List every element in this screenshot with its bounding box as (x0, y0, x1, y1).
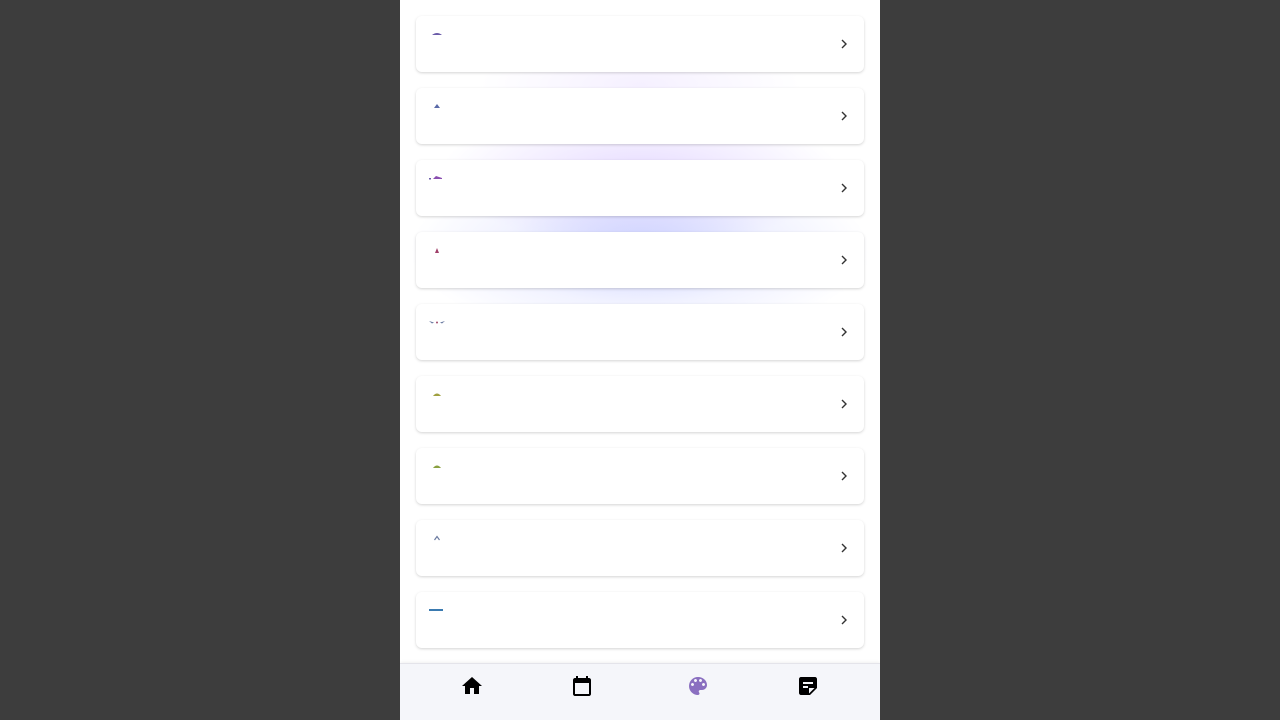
dome-icon (433, 465, 441, 468)
dome-icon (433, 393, 441, 396)
chevron-right-icon (841, 183, 847, 193)
list-item[interactable] (416, 16, 864, 72)
bar-icon (429, 609, 443, 611)
list-item[interactable] (416, 232, 864, 288)
chevron-right-icon (841, 39, 847, 49)
note-icon (799, 677, 817, 695)
chevron-right-icon (841, 399, 847, 409)
nav-palette[interactable] (685, 673, 711, 699)
item-list (416, 16, 864, 664)
caret-icon (434, 535, 440, 541)
umbrella-icon (432, 33, 442, 35)
home-icon (462, 677, 482, 694)
chevron-right-icon (841, 471, 847, 481)
calendar-icon (573, 676, 591, 696)
list-item[interactable] (416, 376, 864, 432)
bottom-navigation (400, 663, 880, 720)
flag-icon (429, 176, 442, 180)
palette-icon (689, 677, 707, 695)
nav-calendar[interactable] (569, 673, 595, 699)
list-item[interactable] (416, 304, 864, 360)
chevron-right-icon (841, 255, 847, 265)
chevron-right-icon (841, 327, 847, 337)
app-screen (400, 0, 880, 720)
triangle-icon (435, 248, 439, 253)
chevron-right-icon (841, 543, 847, 553)
nav-home[interactable] (459, 673, 485, 699)
list-item[interactable] (416, 592, 864, 648)
triangle-icon (434, 104, 440, 108)
list-item[interactable] (416, 88, 864, 144)
nav-notes[interactable] (795, 673, 821, 699)
list-item[interactable] (416, 448, 864, 504)
wings-icon (429, 321, 445, 324)
list-item[interactable] (416, 160, 864, 216)
chevron-right-icon (841, 615, 847, 625)
list-item[interactable] (416, 520, 864, 576)
chevron-right-icon (841, 111, 847, 121)
